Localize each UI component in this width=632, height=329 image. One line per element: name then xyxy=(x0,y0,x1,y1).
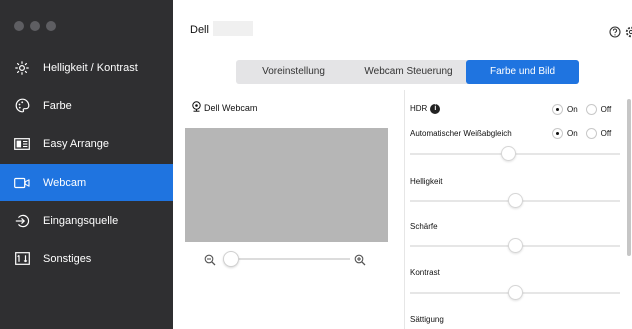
input-source-icon xyxy=(14,213,30,229)
panel-divider xyxy=(404,90,405,329)
zoom-slider-handle[interactable] xyxy=(223,251,239,267)
page-title: Dell xyxy=(190,24,209,36)
sidebar-item-label: Easy Arrange xyxy=(43,137,110,150)
white-balance-off-radio[interactable] xyxy=(585,128,597,139)
brightness-label: Helligkeit xyxy=(410,177,443,186)
saturation-label: Sättigung xyxy=(410,315,444,324)
sidebar: Helligkeit / Kontrast Farbe Easy Arrange… xyxy=(0,0,173,329)
maximize-window-button[interactable] xyxy=(46,21,56,31)
sidebar-item-sonstiges[interactable]: Sonstiges xyxy=(0,240,173,277)
webcam-name: Dell Webcam xyxy=(204,102,258,113)
sidebar-item-farbe[interactable]: Farbe xyxy=(0,87,173,124)
hdr-on-label: On xyxy=(567,105,578,114)
hdr-radio-group: On Off xyxy=(552,104,619,115)
sharpness-label: Schärfe xyxy=(410,222,438,231)
tab-webcam-steuerung[interactable]: Webcam Steuerung xyxy=(351,60,466,84)
model-name-redaction xyxy=(213,21,253,36)
zoom-out-icon[interactable] xyxy=(204,253,216,266)
white-balance-on-label: On xyxy=(567,129,578,138)
sidebar-item-label: Eingangsquelle xyxy=(43,214,119,227)
webcam-device-icon xyxy=(191,101,202,114)
hdr-label: HDR xyxy=(410,104,428,114)
sidebar-item-label: Farbe xyxy=(43,99,72,112)
brightness-icon xyxy=(14,60,30,76)
sidebar-item-label: Helligkeit / Kontrast xyxy=(43,61,138,74)
help-icon[interactable] xyxy=(609,25,621,38)
other-icon xyxy=(14,251,30,267)
tab-bar: Voreinstellung Webcam Steuerung Farbe un… xyxy=(236,60,579,84)
sidebar-item-label: Sonstiges xyxy=(43,252,92,265)
webcam-preview xyxy=(185,128,388,242)
contrast-label: Kontrast xyxy=(410,268,440,277)
gear-icon[interactable] xyxy=(625,25,632,38)
window-controls xyxy=(14,21,56,31)
close-window-button[interactable] xyxy=(14,21,24,31)
sidebar-item-easy-arrange[interactable]: Easy Arrange xyxy=(0,125,173,162)
webcam-icon xyxy=(14,175,30,191)
palette-icon xyxy=(14,98,30,114)
white-balance-off-label: Off xyxy=(600,129,612,138)
zoom-in-icon[interactable] xyxy=(354,253,366,266)
sidebar-item-webcam[interactable]: Webcam xyxy=(0,164,173,201)
sidebar-item-label: Webcam xyxy=(43,176,87,189)
sidebar-item-helligkeit-kontrast[interactable]: Helligkeit / Kontrast xyxy=(0,49,173,86)
white-balance-radio-group: On Off xyxy=(552,128,619,139)
tab-voreinstellung[interactable]: Voreinstellung xyxy=(236,60,351,84)
tab-farbe-und-bild[interactable]: Farbe und Bild xyxy=(466,60,579,84)
layout-icon xyxy=(14,136,30,152)
white-balance-on-radio[interactable] xyxy=(552,128,563,139)
white-balance-label: Automatischer Weißabgleich xyxy=(410,129,512,138)
minimize-window-button[interactable] xyxy=(30,21,40,31)
hdr-setting: HDR i xyxy=(410,104,441,114)
hdr-on-radio[interactable] xyxy=(552,104,563,115)
sharpness-slider-handle[interactable] xyxy=(507,238,523,253)
hdr-off-radio[interactable] xyxy=(585,104,597,115)
zoom-slider-track[interactable] xyxy=(224,258,350,260)
sidebar-item-eingangsquelle[interactable]: Eingangsquelle xyxy=(0,202,173,239)
info-icon[interactable]: i xyxy=(430,104,441,114)
contrast-slider-handle[interactable] xyxy=(507,285,523,300)
main-panel: Dell Voreinstellung Webcam Steuerung Far… xyxy=(173,0,632,329)
brightness-slider-handle[interactable] xyxy=(507,193,523,208)
scrollbar[interactable] xyxy=(627,99,631,256)
white-balance-slider-handle[interactable] xyxy=(501,146,517,161)
webcam-selector[interactable]: Dell Webcam xyxy=(191,101,257,114)
hdr-off-label: Off xyxy=(600,105,612,114)
